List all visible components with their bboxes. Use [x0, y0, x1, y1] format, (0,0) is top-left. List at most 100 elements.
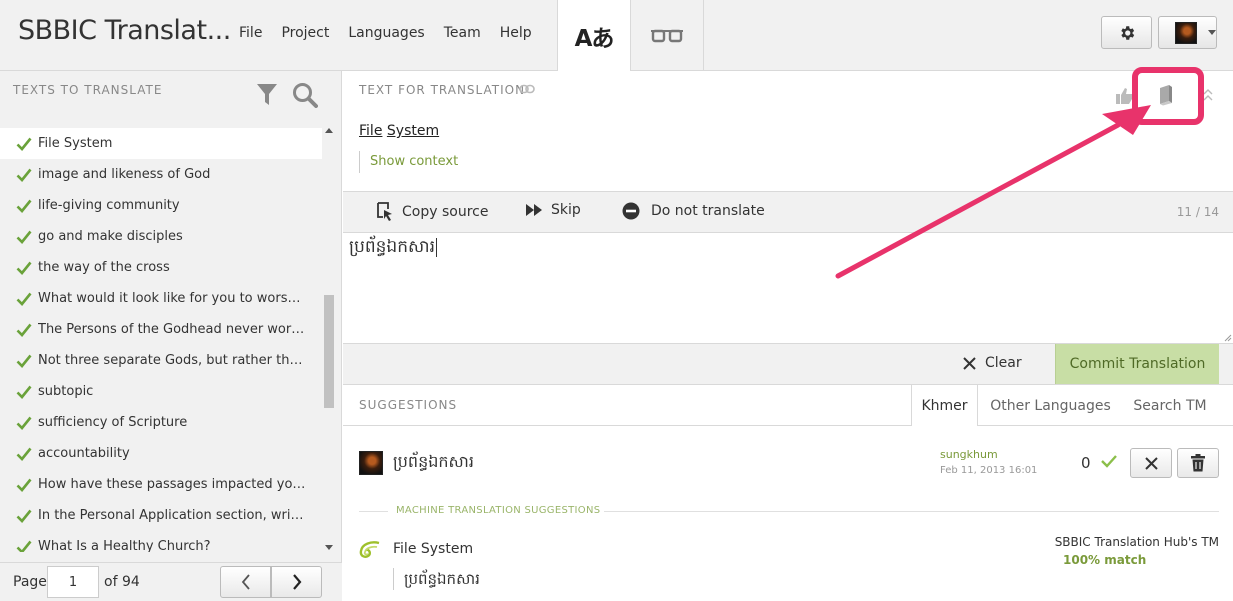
avatar	[1175, 21, 1197, 44]
list-item[interactable]: accountability	[0, 438, 322, 469]
link-icon[interactable]	[519, 84, 535, 94]
page-number-input[interactable]	[47, 566, 99, 598]
next-page-button[interactable]	[271, 566, 322, 598]
translation-value: ប្រព័ន្ធឯកសារ	[349, 237, 435, 257]
close-icon	[963, 356, 976, 370]
translation-input[interactable]: ប្រព័ន្ធឯកសារ	[349, 236, 437, 261]
tab-khmer[interactable]: Khmer	[911, 385, 978, 427]
search-icon[interactable]	[292, 82, 318, 108]
menu-languages[interactable]: Languages	[348, 25, 424, 41]
machine-suggestion-item: File System ប្រព័ន្ធឯកសារ SBBIC Translat…	[343, 530, 1233, 601]
tab-search-tm[interactable]: Search TM	[1122, 385, 1218, 426]
texts-panel-title: TEXTS TO TRANSLATE	[13, 83, 163, 97]
settings-button[interactable]	[1101, 16, 1152, 49]
show-context-link[interactable]: Show context	[359, 151, 458, 173]
page-count-label: of 94	[104, 574, 140, 590]
list-item-label: The Persons of the Godhead never work se…	[38, 322, 306, 337]
check-icon	[16, 509, 32, 523]
suggestions-title: SUGGESTIONS	[359, 398, 458, 412]
check-icon	[16, 292, 32, 306]
list-item-label: image and likeness of God	[38, 167, 211, 182]
tab-translate-mode[interactable]: Aあ	[557, 0, 631, 72]
list-item[interactable]: File System	[0, 128, 322, 159]
chevron-right-icon	[292, 574, 301, 590]
filter-icon[interactable]	[256, 83, 278, 107]
translate-icon: Aあ	[574, 26, 615, 52]
texts-list: File System image and likeness of God life…	[0, 128, 322, 552]
list-item[interactable]: sufficiency of Scripture	[0, 407, 322, 438]
suggestion-text[interactable]: ប្រព័ន្ធឯកសារ	[393, 451, 474, 475]
list-item[interactable]: Not three separate Gods, but rather thre…	[0, 345, 322, 376]
thumbs-up-icon[interactable]	[1115, 87, 1133, 105]
user-menu-button[interactable]	[1158, 16, 1217, 49]
source-word[interactable]: File	[359, 123, 382, 139]
list-item[interactable]: What would it look like for you to worsh…	[0, 283, 322, 314]
suggestions-header: SUGGESTIONS Khmer Other Languages Search…	[343, 385, 1233, 427]
machine-suggestion-target[interactable]: ប្រព័ន្ធឯកសារ	[393, 568, 480, 590]
main-menu: File Project Languages Team Help	[239, 25, 551, 41]
check-icon	[16, 261, 32, 275]
machine-suggestions-label: MACHINE TRANSLATION SUGGESTIONS	[396, 505, 601, 516]
minus-circle-icon	[622, 202, 640, 220]
previous-page-button[interactable]	[220, 566, 271, 598]
list-item[interactable]: life-giving community	[0, 190, 322, 221]
list-item[interactable]: subtopic	[0, 376, 322, 407]
menu-project[interactable]: Project	[281, 25, 329, 41]
check-icon	[16, 540, 32, 552]
commit-translation-button[interactable]: Commit Translation	[1055, 344, 1219, 384]
resize-handle-icon[interactable]	[1224, 334, 1232, 342]
approve-check-icon[interactable]	[1101, 454, 1117, 468]
match-percentage: 100% match	[1063, 553, 1147, 567]
app-title[interactable]: SBBIC Translat...	[18, 15, 231, 46]
list-item-label: go and make disciples	[38, 229, 183, 244]
copy-source-icon	[377, 202, 392, 221]
list-item-label: Not three separate Gods, but rather thre…	[38, 353, 306, 368]
check-icon	[16, 323, 32, 337]
list-item[interactable]: How have these passages impacted your li…	[0, 469, 322, 500]
tm-swirl-icon	[359, 541, 380, 558]
list-item[interactable]: image and likeness of God	[0, 159, 322, 190]
pager: Page of 94	[0, 562, 342, 601]
check-icon	[16, 478, 32, 492]
glasses-icon	[651, 29, 683, 42]
list-item[interactable]: The Persons of the Godhead never work se…	[0, 314, 322, 345]
list-item-label: subtopic	[38, 384, 94, 399]
menu-file[interactable]: File	[239, 25, 262, 41]
list-item[interactable]: the way of the cross	[0, 252, 322, 283]
fast-forward-icon	[526, 204, 542, 216]
list-item-label: the way of the cross	[38, 260, 170, 275]
scroll-up-icon[interactable]	[325, 128, 333, 133]
collapse-icon[interactable]	[1203, 88, 1213, 102]
clear-button[interactable]: Clear	[963, 355, 1022, 371]
menu-team[interactable]: Team	[444, 25, 481, 41]
delete-suggestion-button[interactable]	[1177, 448, 1219, 478]
source-panel-title: TEXT FOR TRANSLATION	[359, 83, 526, 97]
vote-count: 0	[1081, 454, 1091, 472]
source-word[interactable]: System	[387, 123, 439, 139]
list-item[interactable]: In the Personal Application section, wri…	[0, 500, 322, 531]
reject-suggestion-button[interactable]	[1130, 448, 1172, 478]
translation-editor[interactable]: ប្រព័ន្ធឯកសារ	[343, 233, 1233, 344]
do-not-translate-button[interactable]: Do not translate	[622, 202, 765, 220]
suggestion-author[interactable]: sungkhum	[940, 448, 998, 461]
menu-help[interactable]: Help	[500, 25, 532, 41]
tab-review-mode[interactable]	[631, 0, 704, 71]
scroll-thumb[interactable]	[324, 295, 334, 408]
annotation-highlight-box	[1132, 67, 1204, 125]
suggestion-item: ប្រព័ន្ធឯកសារ sungkhum Feb 11, 2013 16:0…	[343, 426, 1233, 506]
scroll-down-icon[interactable]	[325, 545, 333, 550]
machine-suggestion-origin: SBBIC Translation Hub's TM	[1054, 535, 1219, 549]
tab-other-languages[interactable]: Other Languages	[979, 385, 1122, 426]
chevron-down-icon	[1208, 30, 1216, 35]
texts-scrollbar[interactable]	[322, 124, 336, 554]
texts-panel: TEXTS TO TRANSLATE File System image and …	[0, 71, 342, 601]
machine-suggestion-source: File System	[393, 541, 474, 557]
copy-source-button[interactable]: Copy source	[376, 202, 488, 222]
list-item[interactable]: What Is a Healthy Church?	[0, 531, 322, 552]
page-label: Page	[13, 574, 47, 590]
list-item[interactable]: go and make disciples	[0, 221, 322, 252]
check-icon	[16, 385, 32, 399]
check-icon	[16, 168, 32, 182]
close-icon	[1144, 456, 1158, 470]
skip-button[interactable]: Skip	[525, 202, 581, 218]
